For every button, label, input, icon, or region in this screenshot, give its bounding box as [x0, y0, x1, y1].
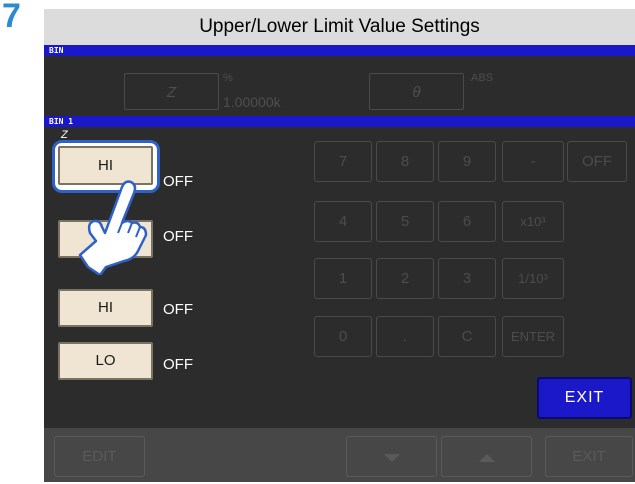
scroll-up-button[interactable] [441, 436, 532, 477]
key-off[interactable]: OFF [567, 141, 627, 182]
theta-unit-label: ABS [471, 72, 494, 84]
theta-hi-button[interactable]: HI [58, 289, 153, 327]
z-display-box: Z [124, 73, 219, 110]
key-9[interactable]: 9 [438, 141, 496, 182]
z-lo-value: OFF [163, 228, 193, 245]
triangle-down-icon [383, 454, 400, 462]
key-5[interactable]: 5 [376, 201, 434, 242]
z-value: 1.00000k [223, 94, 281, 110]
footer-exit-button[interactable]: EXIT [545, 436, 633, 477]
device-screen: BIN Z % 1.00000k θ ABS BIN 1 Z θ HI OFF … [44, 45, 635, 482]
key-dot[interactable]: . [376, 316, 434, 357]
key-8[interactable]: 8 [376, 141, 434, 182]
key-minus[interactable]: - [502, 141, 564, 182]
theta-hi-value: OFF [163, 301, 193, 318]
section-bar: BIN 1 [44, 116, 635, 127]
key-enter[interactable]: ENTER [502, 316, 564, 357]
key-div10-3[interactable]: 1/10³ [502, 258, 564, 299]
header-bar: BIN [44, 45, 635, 56]
key-1[interactable]: 1 [314, 258, 372, 299]
triangle-up-icon [478, 454, 495, 462]
key-0[interactable]: 0 [314, 316, 372, 357]
key-2[interactable]: 2 [376, 258, 434, 299]
page-title: Upper/Lower Limit Value Settings [199, 16, 480, 37]
z-unit-label: % [223, 72, 233, 84]
z-hi-value: OFF [163, 173, 193, 190]
key-7[interactable]: 7 [314, 141, 372, 182]
key-4[interactable]: 4 [314, 201, 372, 242]
exit-button[interactable]: EXIT [537, 377, 632, 419]
step-number: 7 [2, 0, 21, 35]
hand-pointer-icon [78, 180, 148, 275]
edit-button[interactable]: EDIT [54, 436, 145, 477]
title-bar: Upper/Lower Limit Value Settings [44, 9, 635, 45]
theta-lo-button[interactable]: LO [58, 342, 153, 380]
key-3[interactable]: 3 [438, 258, 496, 299]
key-x10-3[interactable]: x10³ [502, 201, 564, 242]
scroll-down-button[interactable] [346, 436, 437, 477]
key-6[interactable]: 6 [438, 201, 496, 242]
theta-lo-value: OFF [163, 356, 193, 373]
theta-display-box: θ [369, 73, 464, 110]
key-clear[interactable]: C [438, 316, 496, 357]
